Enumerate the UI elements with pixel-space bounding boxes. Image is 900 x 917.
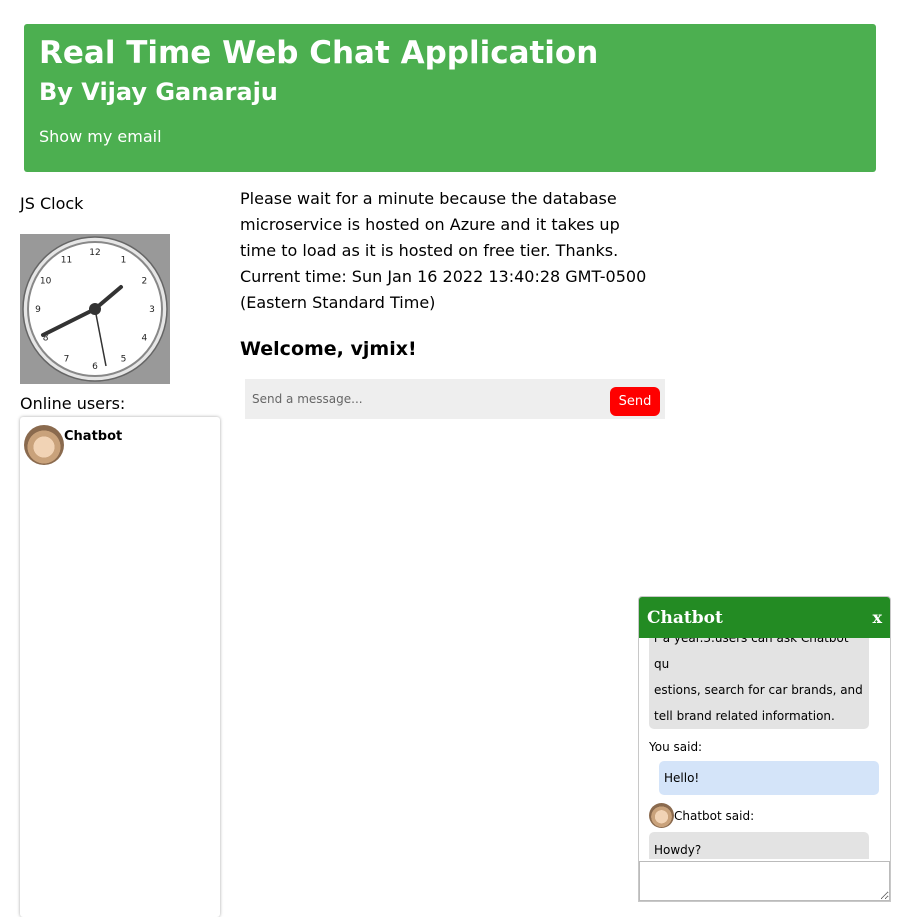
analog-clock: 12 1 2 3 4 5 6 7 8 9 10 11 (20, 234, 170, 384)
clock-number: 11 (61, 256, 72, 266)
main-content: Please wait for a minute because the dat… (240, 186, 660, 362)
message-compose-bar: Send (245, 379, 665, 419)
clock-number: 3 (149, 305, 155, 315)
clock-number: 2 (142, 277, 148, 287)
online-users-list: Chatbot (20, 417, 220, 917)
chatbot-messages[interactable]: r a year.3.users can ask Chatbot qu esti… (639, 638, 890, 859)
clock-number: 6 (92, 362, 98, 372)
current-time-text: Current time: Sun Jan 16 2022 13:40:28 G… (240, 267, 647, 312)
avatar-icon (649, 803, 674, 828)
close-icon[interactable]: x (872, 608, 882, 627)
bot-message: r a year.3.users can ask Chatbot qu esti… (649, 638, 869, 729)
app-header: Real Time Web Chat Application By Vijay … (24, 24, 876, 172)
send-button[interactable]: Send (610, 386, 660, 416)
user-message: Hello! (659, 761, 879, 795)
show-email-link[interactable]: Show my email (39, 127, 162, 146)
chatbot-header: Chatbot x (639, 597, 890, 638)
chatbot-title: Chatbot (647, 607, 723, 628)
clock-number: 4 (142, 334, 148, 344)
notice-text: Please wait for a minute because the dat… (240, 189, 620, 260)
bot-message-line: r a year.3.users can ask Chatbot qu (654, 638, 849, 671)
welcome-heading: Welcome, vjmix! (240, 338, 417, 360)
clock-number: 12 (89, 248, 100, 258)
clock-number: 9 (35, 305, 41, 315)
bot-message-line: estions, search for car brands, and (654, 683, 863, 697)
user-said-label: You said: (649, 740, 703, 754)
clock-number: 7 (64, 354, 70, 364)
clock-number: 10 (40, 277, 52, 287)
clock-number: 5 (121, 354, 127, 364)
bot-said-row: Chatbot said: (649, 803, 890, 828)
online-user-chatbot[interactable]: Chatbot (20, 417, 220, 473)
clock-number: 1 (121, 256, 127, 266)
clock-face-icon: 121234567891011 (22, 236, 168, 382)
message-input[interactable] (250, 391, 610, 407)
avatar-icon (24, 425, 64, 465)
online-user-name: Chatbot (64, 429, 123, 444)
bot-message-line: tell brand related information. (654, 709, 835, 723)
app-title: Real Time Web Chat Application (39, 35, 599, 71)
online-users-label: Online users: (20, 394, 126, 413)
chatbot-input[interactable] (639, 861, 890, 901)
bot-message: Howdy? (649, 832, 869, 859)
app-subtitle: By Vijay Ganaraju (39, 78, 278, 106)
clock-label: JS Clock (20, 194, 84, 213)
chatbot-widget: Chatbot x r a year.3.users can ask Chatb… (638, 596, 891, 902)
bot-said-label: Chatbot said: (674, 808, 755, 823)
